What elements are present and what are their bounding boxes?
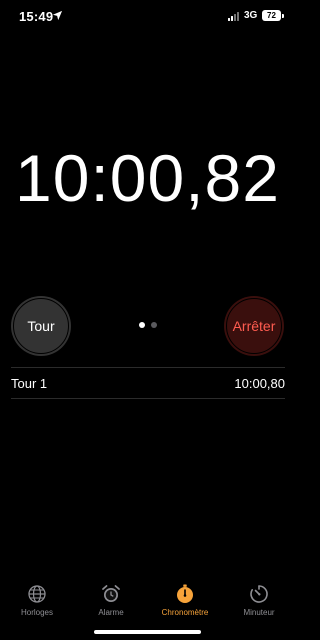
status-bar: 15:49 3G 72 bbox=[0, 0, 295, 34]
stopwatch-elapsed-time: 10:00,82 bbox=[15, 141, 280, 215]
tab-alarm[interactable]: Alarme bbox=[74, 583, 148, 623]
tab-label: Chronomètre bbox=[161, 608, 209, 617]
lap-list-item: Tour 1 10:00,80 bbox=[11, 368, 285, 398]
tab-label: Minuteur bbox=[243, 608, 275, 617]
lap-list-bottom-divider bbox=[11, 398, 285, 399]
cellular-signal-icon bbox=[228, 12, 241, 21]
battery-icon: 72 bbox=[262, 10, 281, 21]
network-type: 3G bbox=[244, 10, 258, 21]
alarm-clock-icon bbox=[102, 585, 120, 602]
lap-button[interactable]: Tour bbox=[11, 296, 71, 356]
tab-stopwatch[interactable]: Chronomètre bbox=[148, 583, 222, 623]
status-time: 15:49 bbox=[19, 9, 54, 24]
stop-button[interactable]: Arrêter bbox=[224, 296, 284, 356]
page-indicator[interactable] bbox=[139, 322, 159, 328]
stopwatch-icon bbox=[177, 584, 193, 603]
battery-tip bbox=[282, 14, 284, 18]
page-dot-inactive bbox=[151, 322, 157, 328]
lap-time: 10:00,80 bbox=[234, 376, 285, 391]
tab-label: Horloges bbox=[20, 608, 53, 617]
page-dot-active bbox=[139, 322, 145, 328]
globe-icon bbox=[28, 585, 46, 603]
tab-timer[interactable]: Minuteur bbox=[222, 583, 296, 623]
tab-world-clock[interactable]: Horloges bbox=[0, 583, 74, 623]
tab-label: Alarme bbox=[98, 608, 124, 617]
stop-button-label: Arrêter bbox=[232, 318, 276, 334]
location-arrow-icon bbox=[52, 10, 63, 21]
lap-name: Tour 1 bbox=[11, 376, 48, 391]
timer-icon bbox=[250, 585, 268, 603]
lap-button-label: Tour bbox=[27, 318, 55, 334]
home-indicator[interactable] bbox=[94, 630, 201, 634]
